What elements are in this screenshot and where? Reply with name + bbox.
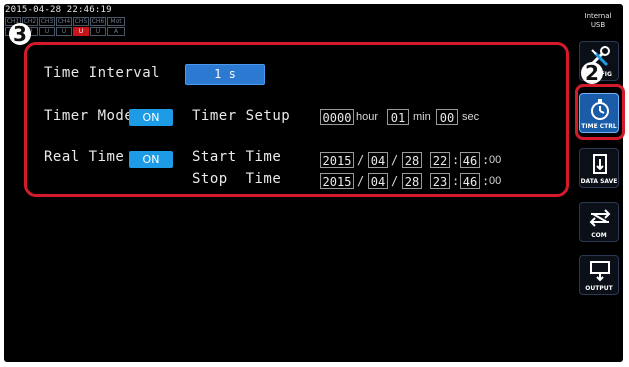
storage-usb: USB xyxy=(590,21,606,29)
timer-sec-unit: sec xyxy=(462,111,480,123)
usb-save-icon xyxy=(593,154,607,174)
real-time-on-button[interactable]: ON xyxy=(129,151,173,168)
communication-arrows-icon xyxy=(589,209,611,227)
com-menu-label: COM xyxy=(591,232,607,239)
range-indicator: U xyxy=(90,27,106,36)
status-bar: 2015-04-28 22:46:19 CH1 CH2 CH3 CH4 CH5 … xyxy=(4,4,564,44)
start-year-field[interactable]: 2015 xyxy=(320,152,354,168)
stop-time-label: Stop Time xyxy=(192,171,282,187)
timer-min-field[interactable]: 01 xyxy=(387,109,409,125)
timer-hour-unit: hour xyxy=(356,111,379,123)
motor-indicator: Mot xyxy=(107,17,125,26)
output-icon xyxy=(590,261,610,282)
channel-indicator: CH6 xyxy=(90,17,106,26)
start-hour-field[interactable]: 22 xyxy=(430,152,450,168)
range-indicator: U xyxy=(39,27,55,36)
time-interval-value-button[interactable]: 1 s xyxy=(185,64,265,85)
data-save-menu-label: DATA SAVE xyxy=(580,178,618,185)
timer-min-unit: min xyxy=(413,111,431,123)
start-day-field[interactable]: 28 xyxy=(402,152,422,168)
output-menu-button[interactable]: OUTPUT xyxy=(579,255,619,295)
stop-year-field[interactable]: 2015 xyxy=(320,173,354,189)
channel-indicator: CH4 xyxy=(56,17,72,26)
timer-sec-field[interactable]: 00 xyxy=(436,109,458,125)
stop-hour-field[interactable]: 23 xyxy=(430,173,450,189)
data-save-menu-button[interactable]: DATA SAVE xyxy=(579,148,619,188)
timer-hour-field[interactable]: 0000 xyxy=(320,109,354,125)
stop-day-field[interactable]: 28 xyxy=(402,173,422,189)
real-time-label: Real Time xyxy=(44,149,125,165)
range-indicator: U xyxy=(56,27,72,36)
stop-month-field[interactable]: 04 xyxy=(368,173,388,189)
com-menu-button[interactable]: COM xyxy=(579,202,619,242)
time-control-settings-panel: Time Interval 1 s Timer Mode ON Timer Se… xyxy=(24,42,569,197)
start-minute-field[interactable]: 46 xyxy=(460,152,480,168)
storage-indicator: Internal USB xyxy=(575,12,621,30)
output-menu-label: OUTPUT xyxy=(585,285,613,292)
channel-indicator: CH3 xyxy=(39,17,55,26)
channel-indicator: CH5 xyxy=(73,17,89,26)
timer-mode-label: Timer Mode xyxy=(44,108,134,124)
start-month-field[interactable]: 04 xyxy=(368,152,388,168)
time-interval-label: Time Interval xyxy=(44,65,161,81)
stop-minute-field[interactable]: 46 xyxy=(460,173,480,189)
storage-internal: Internal xyxy=(584,12,612,20)
stop-second-value: 00 xyxy=(489,175,502,187)
timer-setup-label: Timer Setup xyxy=(192,108,291,124)
range-indicator: A xyxy=(107,27,125,36)
status-datetime: 2015-04-28 22:46:19 xyxy=(5,5,112,15)
start-time-label: Start Time xyxy=(192,149,282,165)
callout-2-badge: 2 xyxy=(581,62,603,84)
range-indicator-alarm: U xyxy=(73,27,89,36)
time-ctrl-highlight xyxy=(575,84,625,140)
timer-mode-on-button[interactable]: ON xyxy=(129,109,173,126)
menu-panel: Internal USB CONFIG TIME CTRL xyxy=(571,4,623,362)
start-second-value: 00 xyxy=(489,154,502,166)
callout-3-badge: 3 xyxy=(9,23,31,45)
